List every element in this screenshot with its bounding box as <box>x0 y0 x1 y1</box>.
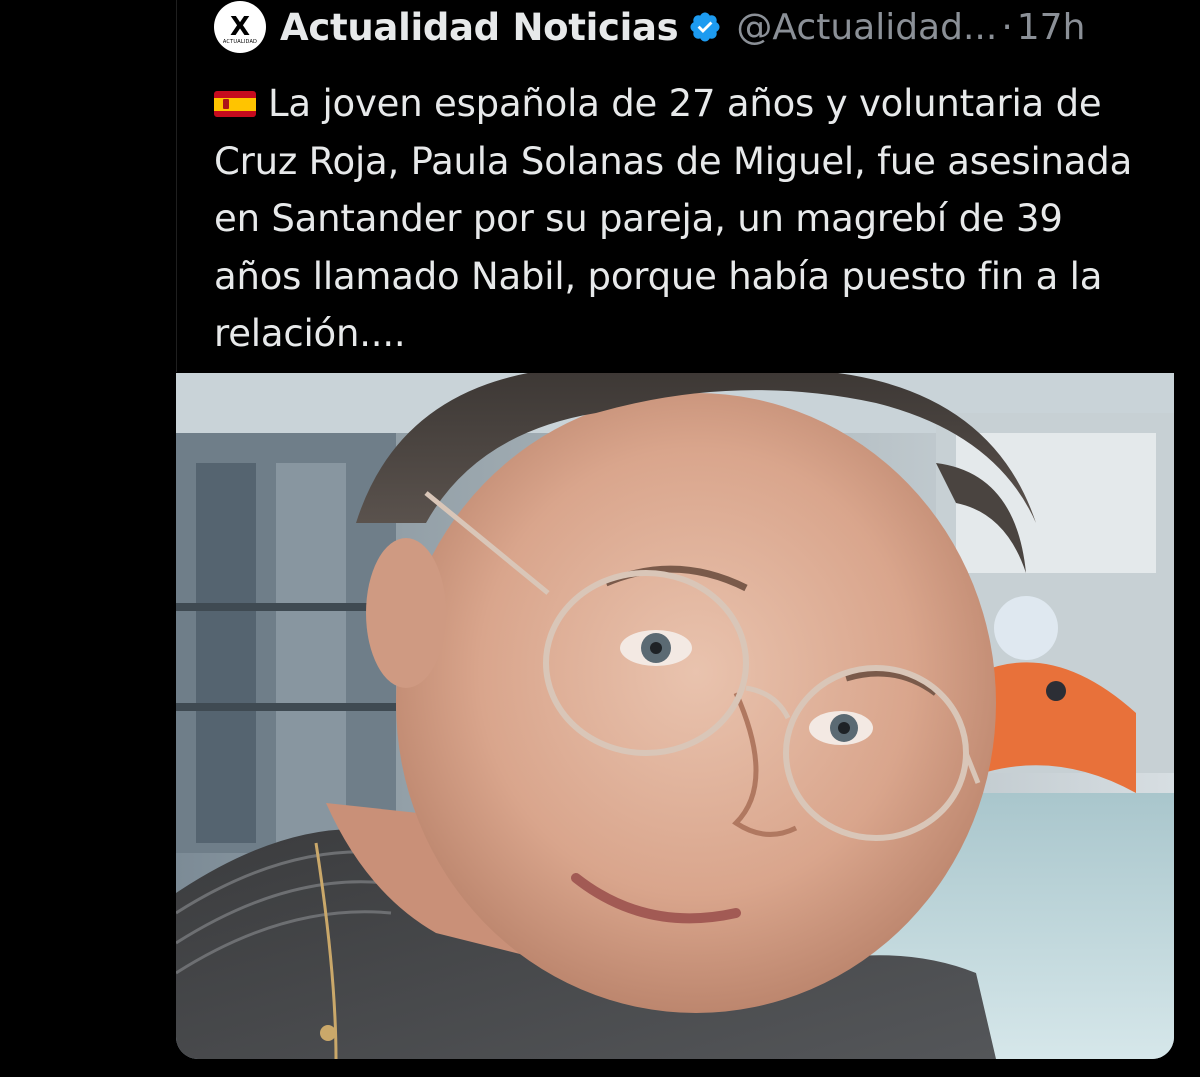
post-text-body: La joven española de 27 años y voluntari… <box>214 82 1133 355</box>
photo-image <box>176 373 1174 1059</box>
account-name[interactable]: Actualidad Noticias <box>280 6 679 49</box>
post-photo[interactable] <box>176 373 1174 1059</box>
account-handle[interactable]: @Actualidad... <box>736 7 997 48</box>
post-text: La joven española de 27 años y voluntari… <box>214 75 1159 363</box>
avatar-logo-caption: ACTUALIDAD <box>222 39 258 45</box>
spain-flag-icon <box>214 91 256 117</box>
verified-badge-icon <box>690 12 720 42</box>
separator-dot: · <box>1001 6 1013 48</box>
divider <box>176 0 177 372</box>
post-time[interactable]: 17h <box>1017 7 1086 48</box>
screen: X ACTUALIDAD Actualidad Noticias @Actual… <box>0 0 1200 1077</box>
avatar-logo-letter: X <box>229 12 251 42</box>
account-avatar[interactable]: X ACTUALIDAD <box>214 1 266 53</box>
post-header: X ACTUALIDAD Actualidad Noticias @Actual… <box>214 1 1086 53</box>
